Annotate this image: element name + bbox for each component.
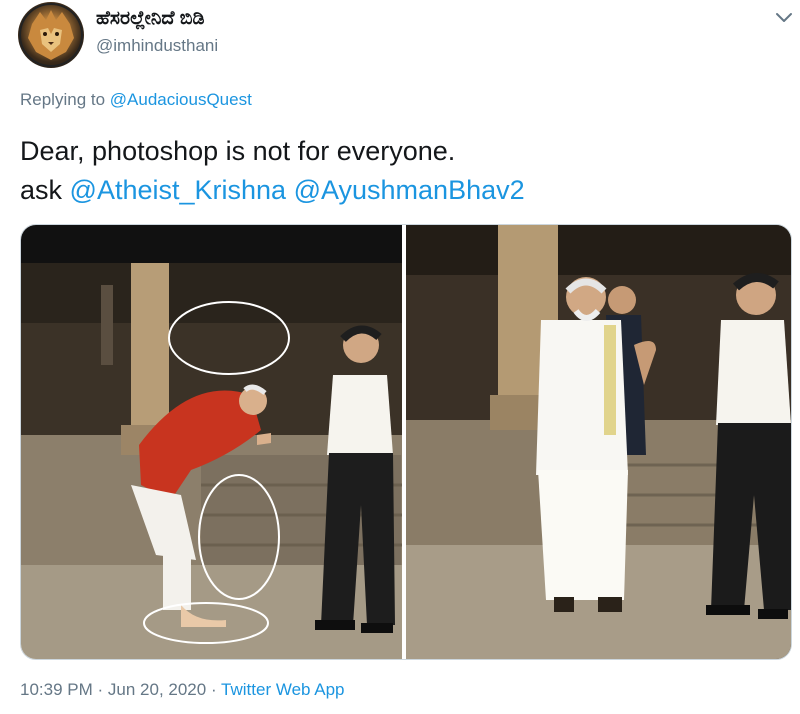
- replying-prefix: Replying to: [20, 90, 106, 109]
- tweet-header: ಹೆಸರಲ್ಲೇನಿದೆ ಬಿಡಿ @imhindusthani: [18, 0, 792, 70]
- replying-to-link[interactable]: @AudaciousQuest: [110, 90, 252, 109]
- user-handle[interactable]: @imhindusthani: [96, 36, 218, 56]
- media-grid: [20, 224, 792, 660]
- separator: ·: [97, 680, 104, 699]
- tweet-text-line2: ask @Atheist_Krishna @AyushmanBhav2: [20, 171, 525, 210]
- media-image-right[interactable]: [406, 225, 791, 659]
- mention-link-2[interactable]: @AyushmanBhav2: [294, 175, 525, 205]
- separator: ·: [210, 680, 217, 699]
- display-name[interactable]: ಹೆಸರಲ್ಲೇನಿದೆ ಬಿಡಿ: [96, 8, 205, 30]
- chevron-down-icon[interactable]: [772, 6, 796, 30]
- photo-standing-right: [406, 225, 791, 659]
- lion-avatar-icon: [19, 3, 83, 67]
- tweet-text-ask: ask: [20, 175, 63, 205]
- tweet-meta: 10:39 PM · Jun 20, 2020 · Twitter Web Ap…: [20, 680, 345, 700]
- media-image-left[interactable]: [21, 225, 402, 659]
- tweet-source[interactable]: Twitter Web App: [221, 680, 344, 699]
- mention-link-1[interactable]: @Atheist_Krishna: [70, 175, 287, 205]
- tweet-text-line1: Dear, photoshop is not for everyone.: [20, 136, 456, 166]
- tweet-text: Dear, photoshop is not for everyone. ask…: [20, 132, 525, 210]
- photo-bowing-left: [21, 225, 402, 659]
- avatar[interactable]: [18, 2, 84, 68]
- tweet-time[interactable]: 10:39 PM: [20, 680, 93, 699]
- tweet-date[interactable]: Jun 20, 2020: [108, 680, 206, 699]
- replying-to: Replying to @AudaciousQuest: [20, 90, 252, 110]
